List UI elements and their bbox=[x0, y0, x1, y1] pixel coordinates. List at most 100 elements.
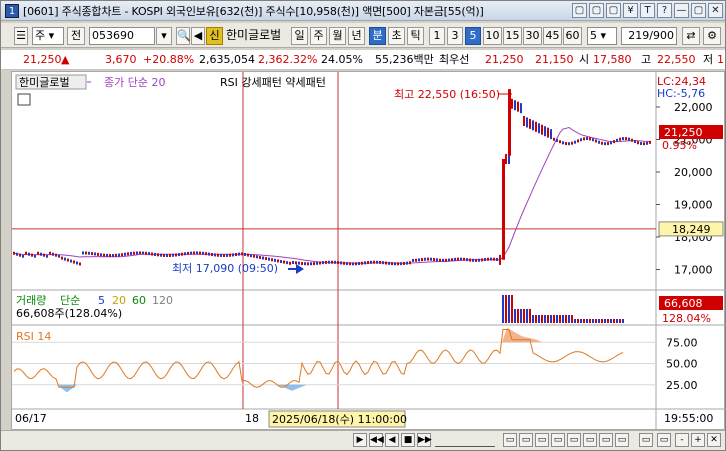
fast-forward-icon[interactable]: ▶▶ bbox=[417, 433, 432, 447]
price-candle bbox=[373, 260, 375, 264]
price-candle bbox=[256, 255, 258, 259]
turnover: 24.05% bbox=[321, 53, 363, 66]
close-icon[interactable]: ✕ bbox=[708, 3, 723, 18]
price-candle bbox=[322, 261, 324, 265]
interval-15[interactable]: 15 bbox=[503, 27, 522, 45]
period-week[interactable]: 주 bbox=[310, 27, 327, 45]
tool-icon[interactable]: ▭ bbox=[519, 433, 533, 447]
settings-icon[interactable]: ☰ bbox=[14, 27, 28, 45]
speaker-icon[interactable]: ◀ bbox=[191, 27, 205, 45]
price-candle bbox=[31, 253, 33, 257]
price-candle bbox=[301, 261, 303, 265]
price-candle bbox=[202, 251, 204, 255]
count-select[interactable]: 5 ▾ bbox=[587, 27, 617, 45]
price-candle bbox=[349, 262, 351, 266]
price-candle bbox=[424, 257, 426, 261]
tool-icon[interactable]: ▭ bbox=[551, 433, 565, 447]
price-candle bbox=[421, 258, 423, 262]
price-candle bbox=[382, 261, 384, 265]
title-bar: 1 [0601] 주식종합차트 - KOSPI 외국인보유[632(천)] 주식… bbox=[1, 1, 725, 21]
volume-bar bbox=[610, 319, 612, 323]
period-year[interactable]: 년 bbox=[348, 27, 365, 45]
play-icon[interactable]: ▶ bbox=[353, 433, 367, 447]
period-day[interactable]: 일 bbox=[291, 27, 308, 45]
price-candle bbox=[493, 257, 495, 261]
interval-5[interactable]: 5 bbox=[465, 27, 481, 45]
text-icon[interactable]: T bbox=[640, 3, 655, 18]
tool-icon[interactable]: ▭ bbox=[615, 433, 629, 447]
volume-bar bbox=[511, 295, 513, 323]
tool-icon[interactable]: ▭ bbox=[567, 433, 581, 447]
min-label: 최저 17,090 (09:50) bbox=[172, 262, 278, 275]
rewind-icon[interactable]: ◀◀ bbox=[369, 433, 384, 447]
search-icon[interactable]: 🔍 bbox=[176, 27, 191, 45]
price-tick-label: 22,000 bbox=[674, 101, 713, 114]
price-candle bbox=[433, 257, 435, 261]
price-candle bbox=[391, 262, 393, 266]
tool-icon[interactable]: ▭ bbox=[503, 433, 517, 447]
price-candle bbox=[244, 252, 246, 256]
chart-area[interactable]: 한미글로벌 종가 단순 20 RSI 강세패턴 약세패턴 LC:24,34 HC… bbox=[11, 71, 726, 431]
tool-icon[interactable]: ▭ bbox=[583, 433, 597, 447]
scroll-slider[interactable] bbox=[435, 433, 495, 447]
interval-1[interactable]: 1 bbox=[429, 27, 445, 45]
tool-icon[interactable]: ▭ bbox=[657, 433, 671, 447]
interval-3[interactable]: 3 bbox=[447, 27, 463, 45]
interval-45[interactable]: 45 bbox=[543, 27, 562, 45]
help-icon[interactable]: ? bbox=[657, 3, 672, 18]
quote-bar: 21,250 ▲ 3,670 +20.88% 2,635,054 2,362.3… bbox=[1, 50, 725, 70]
price-candle bbox=[517, 101, 519, 112]
toggle-icon[interactable]: ⇄ bbox=[682, 27, 700, 45]
period-tick[interactable]: 틱 bbox=[407, 27, 424, 45]
legend-stock-name: 한미글로벌 bbox=[19, 76, 70, 89]
price-candle bbox=[457, 257, 459, 261]
volume: 2,635,054 bbox=[199, 53, 255, 66]
price-candle bbox=[34, 254, 36, 258]
price-candle bbox=[565, 142, 567, 146]
zoom-in-icon[interactable]: + bbox=[691, 433, 705, 447]
copy-icon[interactable]: ▢ bbox=[589, 3, 604, 18]
stop-icon[interactable]: ■ bbox=[401, 433, 415, 447]
price-candle bbox=[439, 258, 441, 262]
volume-ma-60: 60 bbox=[132, 294, 146, 307]
page-input[interactable]: 219/900 bbox=[621, 27, 677, 45]
new-button[interactable]: 신 bbox=[206, 27, 223, 45]
layout-icon[interactable]: ▢ bbox=[572, 3, 587, 18]
maximize-icon[interactable]: ▢ bbox=[691, 3, 706, 18]
tools-icon[interactable]: ⚙ bbox=[703, 27, 721, 45]
volume-text: 66,608주(128.04%) bbox=[16, 307, 122, 320]
close-panel-icon[interactable]: ✕ bbox=[707, 433, 721, 447]
chart-canvas[interactable]: 한미글로벌 종가 단순 20 RSI 강세패턴 약세패턴 LC:24,34 HC… bbox=[12, 72, 726, 431]
tool-icon[interactable]: ▭ bbox=[599, 433, 613, 447]
price-candle bbox=[445, 258, 447, 262]
interval-10[interactable]: 10 bbox=[483, 27, 502, 45]
tool-icon[interactable]: ▭ bbox=[535, 433, 549, 447]
price-candle bbox=[583, 137, 585, 141]
link-icon[interactable]: ▢ bbox=[606, 3, 621, 18]
zoom-out-icon[interactable]: - bbox=[675, 433, 689, 447]
interval-60[interactable]: 60 bbox=[563, 27, 582, 45]
minimize-icon[interactable]: — bbox=[674, 3, 689, 18]
price-candle bbox=[607, 142, 609, 146]
price-candle bbox=[418, 258, 420, 262]
price-candle bbox=[253, 254, 255, 258]
period-month[interactable]: 월 bbox=[329, 27, 346, 45]
back-icon[interactable]: ◀ bbox=[385, 433, 399, 447]
price-candle bbox=[568, 142, 570, 146]
code-dropdown-icon[interactable]: ▾ bbox=[156, 27, 172, 45]
all-button[interactable]: 전 bbox=[67, 27, 85, 45]
tool-icon[interactable]: ▭ bbox=[639, 433, 653, 447]
period-minute[interactable]: 분 bbox=[369, 27, 386, 45]
period-second[interactable]: 초 bbox=[388, 27, 405, 45]
market-select[interactable]: 주 ▾ bbox=[32, 27, 64, 45]
volume-ma-5: 5 bbox=[98, 294, 105, 307]
price-candle bbox=[355, 262, 357, 266]
interval-30[interactable]: 30 bbox=[523, 27, 542, 45]
currency-icon[interactable]: ¥ bbox=[623, 3, 638, 18]
candle-group bbox=[13, 89, 651, 266]
volume-bar bbox=[622, 319, 624, 323]
grid-icon[interactable] bbox=[17, 93, 31, 106]
code-input[interactable]: 053690 bbox=[89, 27, 155, 45]
volume-ma-120: 120 bbox=[152, 294, 173, 307]
price-candle bbox=[193, 251, 195, 255]
